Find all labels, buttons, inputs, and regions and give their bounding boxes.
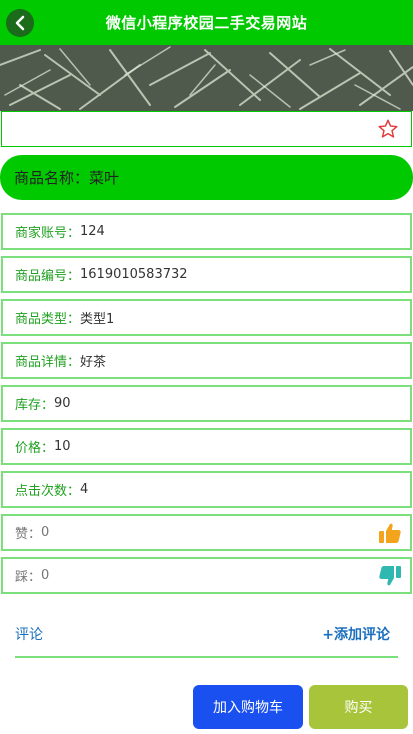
thumbs-up-icon[interactable] [378, 522, 402, 544]
comment-label: 评论 [15, 627, 43, 643]
product-detail-value: 好茶 [80, 355, 107, 370]
price-label: 价格： [15, 441, 55, 456]
stock-row: 库存： 90 [1, 385, 412, 422]
dislike-row: 踩： 0 [1, 557, 412, 594]
thumbs-down-icon[interactable] [378, 565, 402, 587]
merchant-account-value: 124 [80, 224, 105, 239]
price-value: 10 [54, 439, 71, 454]
add-comment-button[interactable]: +添加评论 [322, 624, 390, 644]
price-row: 价格： 10 [1, 428, 412, 465]
product-name-bar: 商品名称： 菜叶 [0, 155, 413, 200]
product-type-value: 类型1 [80, 312, 115, 327]
click-count-row: 点击次数： 4 [1, 471, 412, 508]
buy-button[interactable]: 购买 [309, 685, 408, 729]
merchant-account-label: 商家账号： [15, 226, 81, 241]
dislike-label: 踩： [15, 570, 42, 585]
add-to-cart-label: 加入购物车 [213, 700, 283, 716]
dislike-count: 0 [41, 568, 50, 583]
product-detail-row: 商品详情： 好茶 [1, 342, 412, 379]
merchant-account-row: 商家账号： 124 [1, 213, 412, 250]
star-outline-icon[interactable] [377, 118, 399, 140]
click-count-value: 4 [80, 482, 89, 497]
stock-value: 90 [54, 396, 71, 411]
like-count: 0 [41, 525, 50, 540]
product-name-value: 菜叶 [89, 169, 120, 187]
chevron-left-icon [15, 15, 25, 31]
buy-label: 购买 [344, 700, 373, 716]
favorite-bar [1, 111, 412, 147]
product-number-row: 商品编号： 1619010583732 [1, 256, 412, 293]
click-count-label: 点击次数： [15, 484, 81, 499]
page-title: 微信小程序校园二手交易网站 [105, 14, 308, 32]
product-name-label: 商品名称： [14, 169, 90, 187]
product-number-value: 1619010583732 [80, 267, 188, 282]
app-header: 微信小程序校园二手交易网站 [0, 0, 413, 45]
back-button[interactable] [6, 9, 34, 37]
product-type-label: 商品类型： [15, 312, 81, 327]
like-row: 赞： 0 [1, 514, 412, 551]
product-detail-label: 商品详情： [15, 355, 81, 370]
like-label: 赞： [15, 527, 42, 542]
product-number-label: 商品编号： [15, 269, 81, 284]
stock-label: 库存： [15, 398, 55, 413]
comment-section: 评论 +添加评论 [15, 616, 398, 658]
product-image [0, 45, 413, 111]
add-to-cart-button[interactable]: 加入购物车 [193, 685, 303, 729]
product-type-row: 商品类型： 类型1 [1, 299, 412, 336]
